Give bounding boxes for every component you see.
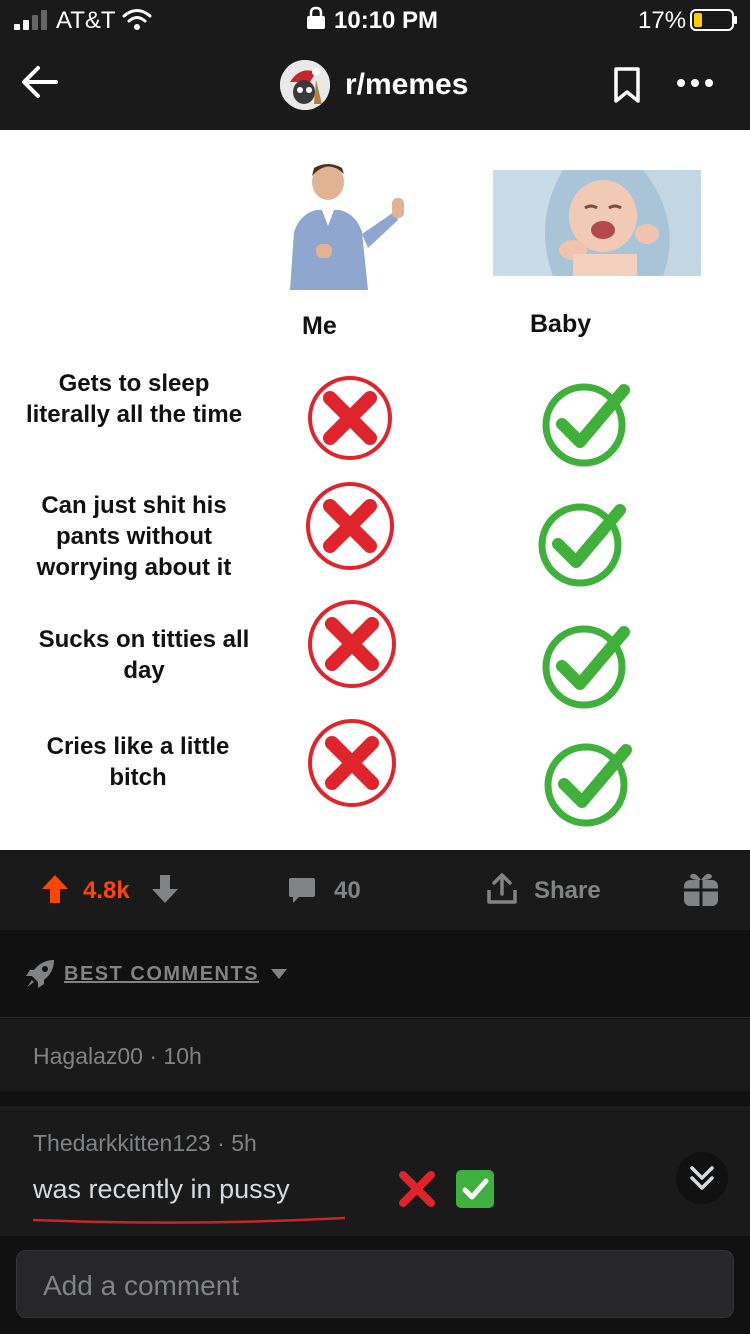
bookmark-icon[interactable] <box>612 66 642 104</box>
comment-input-bar: Add a comment <box>0 1236 750 1334</box>
lock-icon <box>307 6 325 29</box>
sort-best-comments[interactable]: BEST COMMENTS <box>64 963 259 986</box>
row-label: Sucks on titties all day <box>38 626 250 684</box>
add-comment-field[interactable]: Add a comment <box>16 1250 734 1318</box>
check-mark-emoji <box>456 1170 494 1208</box>
back-arrow-icon[interactable] <box>20 62 60 102</box>
row-label: Gets to sleep literally all the time <box>25 370 243 428</box>
check-mark-icon <box>534 370 634 470</box>
cross-mark-icon <box>300 476 400 576</box>
post-image[interactable]: Me Baby Gets to sleep literally all the … <box>0 130 750 850</box>
row-label: Can just shit his pants without worrying… <box>36 492 232 581</box>
post-action-bar: 4.8k 40 Share <box>0 850 750 930</box>
post-header: r/memes <box>0 40 750 130</box>
wifi-icon <box>122 9 152 30</box>
column-label-baby: Baby <box>530 310 592 338</box>
comment-count[interactable]: 40 <box>334 877 361 905</box>
add-comment-placeholder: Add a comment <box>43 1270 240 1301</box>
check-mark-icon <box>530 490 630 590</box>
comment-sort-row[interactable]: BEST COMMENTS <box>0 930 750 1018</box>
share-icon[interactable] <box>486 872 518 906</box>
rocket-icon <box>26 960 54 988</box>
subreddit-name[interactable]: r/memes <box>345 68 468 102</box>
gift-award-icon[interactable] <box>682 870 720 908</box>
meta-separator: · <box>217 1130 232 1156</box>
carrier-name: AT&T <box>56 7 116 34</box>
comment-meta: Hagalaz00 · 10h <box>33 1043 202 1070</box>
meta-separator: · <box>149 1043 164 1069</box>
crying-baby-photo <box>493 170 701 276</box>
chevron-down-icon[interactable] <box>270 968 288 980</box>
man-thumbs-up-photo <box>276 160 408 290</box>
clock: 10:10 PM <box>334 7 439 34</box>
more-options-icon[interactable] <box>676 76 714 90</box>
spellcheck-underline <box>33 1216 345 1224</box>
cross-mark-icon <box>302 594 402 694</box>
column-label-me: Me <box>302 312 337 340</box>
comment-body: was recently in pussy <box>33 1174 290 1204</box>
comment-author[interactable]: Hagalaz00 <box>33 1043 143 1069</box>
comment-meta: Thedarkkitten123 · 5h <box>33 1130 257 1157</box>
share-button[interactable]: Share <box>534 877 601 905</box>
battery-icon <box>690 9 737 31</box>
comment[interactable]: Thedarkkitten123 · 5h was recently in pu… <box>0 1106 750 1236</box>
row-label: Cries like a little bitch <box>46 733 230 791</box>
check-mark-icon <box>534 612 634 712</box>
cross-mark-icon <box>300 368 400 468</box>
comment-author[interactable]: Thedarkkitten123 <box>33 1130 211 1156</box>
signal-icon <box>14 10 47 30</box>
status-bar: AT&T 10:10 PM 17% <box>0 0 750 40</box>
subreddit-avatar[interactable] <box>280 60 330 110</box>
battery-percent: 17% <box>638 7 687 34</box>
cross-mark-emoji <box>399 1171 435 1207</box>
downvote-icon[interactable] <box>150 873 180 905</box>
comment-age: 5h <box>231 1130 257 1156</box>
comment-icon[interactable] <box>287 875 317 905</box>
upvote-icon[interactable] <box>40 873 70 905</box>
cross-mark-icon <box>302 713 402 813</box>
comment-collapsed[interactable]: Hagalaz00 · 10h <box>0 1019 750 1091</box>
check-mark-icon <box>536 730 636 830</box>
vote-score: 4.8k <box>83 877 130 904</box>
double-chevron-down-icon <box>690 1166 714 1190</box>
collapse-thread-button[interactable] <box>676 1152 728 1204</box>
comment-age: 10h <box>163 1043 202 1069</box>
